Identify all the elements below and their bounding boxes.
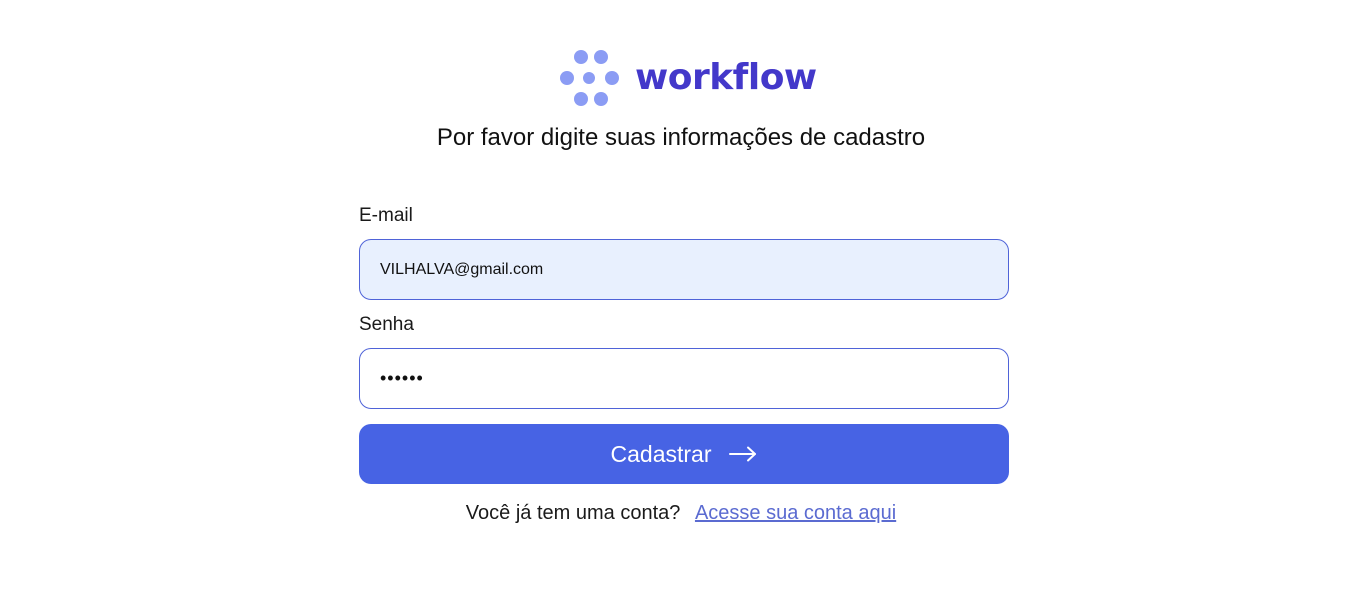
signup-page: workflow Por favor digite suas informaçõ… <box>0 0 1362 591</box>
login-prompt-text: Você já tem uma conta? <box>465 502 681 524</box>
signup-form: E-mail Senha Cadastrar <box>359 202 1009 484</box>
login-link[interactable]: Acesse sua conta aqui <box>695 502 896 524</box>
register-button[interactable]: Cadastrar <box>359 424 1009 484</box>
login-prompt: Você já tem uma conta? Acesse sua conta … <box>0 502 1362 525</box>
register-button-label: Cadastrar <box>610 440 712 467</box>
email-field[interactable] <box>359 239 1009 300</box>
password-field[interactable] <box>359 348 1009 409</box>
arrow-right-icon <box>729 446 757 462</box>
password-label: Senha <box>359 314 414 335</box>
brand-name: workflow <box>635 57 817 98</box>
dots-logo-icon <box>560 50 619 106</box>
page-subtitle: Por favor digite suas informações de cad… <box>436 124 926 151</box>
email-label: E-mail <box>359 205 413 226</box>
brand-logo: workflow <box>560 50 817 106</box>
